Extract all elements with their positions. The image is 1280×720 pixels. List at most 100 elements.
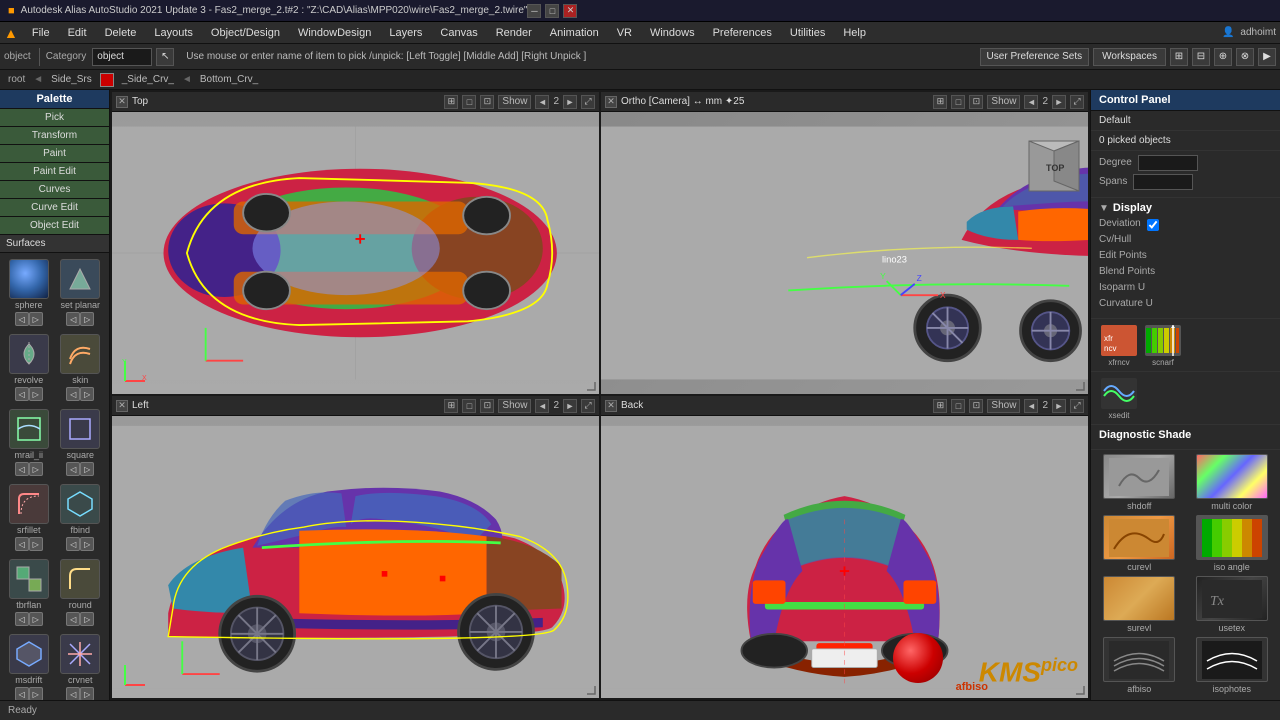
palette-title[interactable]: Palette xyxy=(0,90,109,109)
tool-xsedit[interactable]: xsedit xyxy=(1099,376,1139,420)
tool-sphere[interactable]: sphere ◁▷ xyxy=(4,257,54,330)
menu-item-objectdesign[interactable]: Object/Design xyxy=(203,25,288,41)
palette-pick[interactable]: Pick xyxy=(0,109,109,127)
preference-sets-button[interactable]: User Preference Sets xyxy=(980,48,1090,66)
tool-skin-sub2[interactable]: ▷ xyxy=(80,387,94,401)
tool-square-sub1[interactable]: ◁ xyxy=(66,462,80,476)
diag-shdoff[interactable]: shdoff xyxy=(1095,454,1184,511)
tool-msdrift-sub1[interactable]: ◁ xyxy=(15,687,29,700)
menu-item-preferences[interactable]: Preferences xyxy=(705,25,780,41)
vp-back-resize[interactable] xyxy=(1074,684,1086,696)
diag-afbiso[interactable]: afbiso xyxy=(1095,637,1184,694)
toolbar-icon-2[interactable]: ⊟ xyxy=(1192,48,1210,66)
vp-top-arrow-r[interactable]: ► xyxy=(563,95,577,109)
menu-item-render[interactable]: Render xyxy=(488,25,540,41)
palette-object-edit[interactable]: Object Edit xyxy=(0,217,109,235)
menu-item-edit[interactable]: Edit xyxy=(60,25,95,41)
viewport-top-close[interactable]: ✕ xyxy=(116,96,128,108)
vp-back-grid[interactable]: ⊡ xyxy=(969,399,983,413)
vp-persp-grid[interactable]: ⊡ xyxy=(969,95,983,109)
menu-item-layouts[interactable]: Layouts xyxy=(146,25,201,41)
vp-left-zoom-fit[interactable]: ⊞ xyxy=(444,399,458,413)
tool-square[interactable]: square ◁▷ xyxy=(56,407,106,480)
diag-isophotes[interactable]: isophotes xyxy=(1188,637,1277,694)
vp-back-expand[interactable]: ⤢ xyxy=(1070,399,1084,413)
menu-item-animation[interactable]: Animation xyxy=(542,25,607,41)
vp-top-zoom-in[interactable]: □ xyxy=(462,95,476,109)
tool-revolve-sub2[interactable]: ▷ xyxy=(29,387,43,401)
tool-skin-sub1[interactable]: ◁ xyxy=(66,387,80,401)
diag-usetex[interactable]: Tx usetex xyxy=(1188,576,1277,633)
tool-xfrncv[interactable]: xfr ncv xfrncv xyxy=(1099,323,1139,367)
menu-item-delete[interactable]: Delete xyxy=(97,25,145,41)
vp-persp-zoom-fit[interactable]: ⊞ xyxy=(933,95,947,109)
vp-top-show[interactable]: Show xyxy=(498,95,531,109)
vp-left-resize[interactable] xyxy=(585,684,597,696)
diag-iso-angle[interactable]: iso angle xyxy=(1188,515,1277,572)
rp-deviation-checkbox[interactable] xyxy=(1147,219,1159,231)
menu-item-layers[interactable]: Layers xyxy=(381,25,430,41)
vp-top-arrow-l[interactable]: ◄ xyxy=(535,95,549,109)
tool-round-sub2[interactable]: ▷ xyxy=(80,612,94,626)
palette-paint[interactable]: Paint xyxy=(0,145,109,163)
tool-scnarf[interactable]: scnarf xyxy=(1143,323,1183,367)
viewport-left-content[interactable] xyxy=(112,416,599,698)
vp-left-arrow-r[interactable]: ► xyxy=(563,399,577,413)
tool-round[interactable]: round ◁▷ xyxy=(56,557,106,630)
workspaces-button[interactable]: Workspaces xyxy=(1093,48,1166,66)
rp-spans-input[interactable] xyxy=(1133,174,1193,190)
viewport-perspective[interactable]: ✕ Ortho [Camera] ↔ mm ✦25 ⊞ □ ⊡ Show ◄ 2… xyxy=(601,92,1088,394)
menu-item-vr[interactable]: VR xyxy=(609,25,640,41)
vp-top-zoom-fit[interactable]: ⊞ xyxy=(444,95,458,109)
viewport-left-close[interactable]: ✕ xyxy=(116,400,128,412)
breadcrumb-bottom-crv[interactable]: Bottom_Crv_ xyxy=(196,74,262,85)
tool-setplanar-sub2[interactable]: ▷ xyxy=(80,312,94,326)
breadcrumb-side-crv[interactable]: _Side_Crv_ xyxy=(118,74,178,85)
diag-curevl[interactable]: curevl xyxy=(1095,515,1184,572)
toolbar-icon-5[interactable]: ▶ xyxy=(1258,48,1276,66)
tool-skin[interactable]: skin ◁▷ xyxy=(56,332,106,405)
vp-back-zoom-in[interactable]: □ xyxy=(951,399,965,413)
viewport-left[interactable]: ✕ Left ⊞ □ ⊡ Show ◄ 2 ► ⤢ xyxy=(112,396,599,698)
vp-left-arrow-l[interactable]: ◄ xyxy=(535,399,549,413)
toolbar-icon-1[interactable]: ⊞ xyxy=(1170,48,1188,66)
vp-left-expand[interactable]: ⤢ xyxy=(581,399,595,413)
minimize-button[interactable]: ─ xyxy=(527,4,541,18)
object-input[interactable] xyxy=(92,48,152,66)
rp-degree-input[interactable] xyxy=(1138,155,1198,171)
vp-persp-arrow-l[interactable]: ◄ xyxy=(1024,95,1038,109)
viewport-back-close[interactable]: ✕ xyxy=(605,400,617,412)
vp-back-zoom-fit[interactable]: ⊞ xyxy=(933,399,947,413)
menu-item-utilities[interactable]: Utilities xyxy=(782,25,833,41)
tool-mrail-sub1[interactable]: ◁ xyxy=(15,462,29,476)
ortho-cube[interactable]: TOP xyxy=(1024,136,1084,196)
vp-left-grid[interactable]: ⊡ xyxy=(480,399,494,413)
tool-msdrift-sub2[interactable]: ▷ xyxy=(29,687,43,700)
tool-square-sub2[interactable]: ▷ xyxy=(80,462,94,476)
breadcrumb-root[interactable]: root xyxy=(4,74,29,85)
menu-item-file[interactable]: File xyxy=(24,25,58,41)
close-button[interactable]: ✕ xyxy=(563,4,577,18)
pick-icon[interactable]: ↖ xyxy=(156,48,174,66)
tool-setplanar-sub1[interactable]: ◁ xyxy=(66,312,80,326)
palette-transform[interactable]: Transform xyxy=(0,127,109,145)
viewport-top-content[interactable]: X Y xyxy=(112,112,599,394)
tool-set-planar[interactable]: set planar ◁▷ xyxy=(56,257,106,330)
tool-srfillet-sub1[interactable]: ◁ xyxy=(15,537,29,551)
menu-item-windows[interactable]: Windows xyxy=(642,25,703,41)
tool-crvnet[interactable]: crvnet ◁▷ xyxy=(56,632,106,700)
breadcrumb-side-srs[interactable]: Side_Srs xyxy=(47,74,96,85)
diag-multi-color[interactable]: multi color xyxy=(1188,454,1277,511)
maximize-button[interactable]: □ xyxy=(545,4,559,18)
tool-tbrflan-sub1[interactable]: ◁ xyxy=(15,612,29,626)
tool-fbind-sub2[interactable]: ▷ xyxy=(80,537,94,551)
rp-display-arrow[interactable]: ▼ xyxy=(1099,203,1109,214)
vp-persp-resize[interactable] xyxy=(1074,380,1086,392)
tool-revolve-sub1[interactable]: ◁ xyxy=(15,387,29,401)
tool-crvnet-sub2[interactable]: ▷ xyxy=(80,687,94,700)
menu-item-windowdesign[interactable]: WindowDesign xyxy=(290,25,379,41)
viewport-back-content[interactable]: KMSpico afbiso xyxy=(601,416,1088,698)
menu-item-help[interactable]: Help xyxy=(835,25,874,41)
tool-msdrift[interactable]: msdrift ◁▷ xyxy=(4,632,54,700)
viewport-back[interactable]: ✕ Back ⊞ □ ⊡ Show ◄ 2 ► ⤢ xyxy=(601,396,1088,698)
